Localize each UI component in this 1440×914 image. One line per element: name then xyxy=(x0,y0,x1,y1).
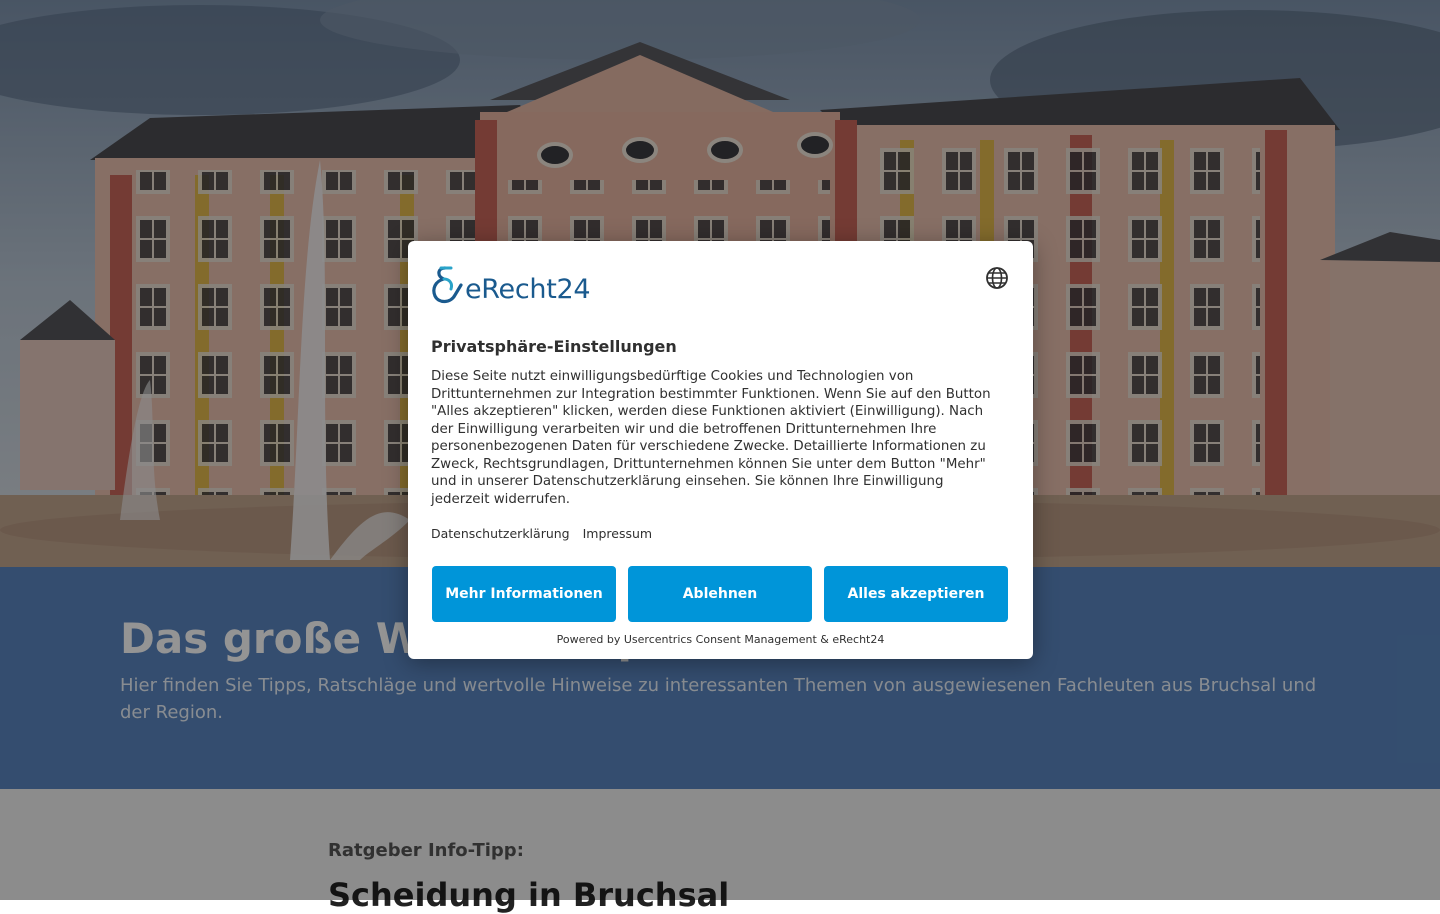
privacy-policy-link[interactable]: Datenschutzerklärung xyxy=(431,526,570,541)
powered-by-text: Powered by Usercentrics Consent Manageme… xyxy=(556,633,885,646)
consent-links: Datenschutzerklärung Impressum xyxy=(431,526,661,541)
imprint-link[interactable]: Impressum xyxy=(583,526,652,541)
accept-all-button[interactable]: Alles akzeptieren xyxy=(824,566,1008,622)
erecht24-logo-text: eRecht24 xyxy=(465,274,591,305)
more-information-button[interactable]: Mehr Informationen xyxy=(432,566,616,622)
language-button[interactable] xyxy=(984,265,1010,291)
globe-icon xyxy=(986,267,1008,289)
erecht24-logo-mark xyxy=(432,266,463,304)
consent-description: Diese Seite nutzt einwilligungsbedürftig… xyxy=(431,369,991,507)
deny-button[interactable]: Ablehnen xyxy=(628,566,812,622)
erecht24-logo: eRecht24 xyxy=(431,265,596,307)
consent-title: Privatsphäre-Einstellungen xyxy=(431,337,677,356)
consent-dialog: eRecht24 Privatsphäre-Einstellungen Dies… xyxy=(408,241,1033,659)
